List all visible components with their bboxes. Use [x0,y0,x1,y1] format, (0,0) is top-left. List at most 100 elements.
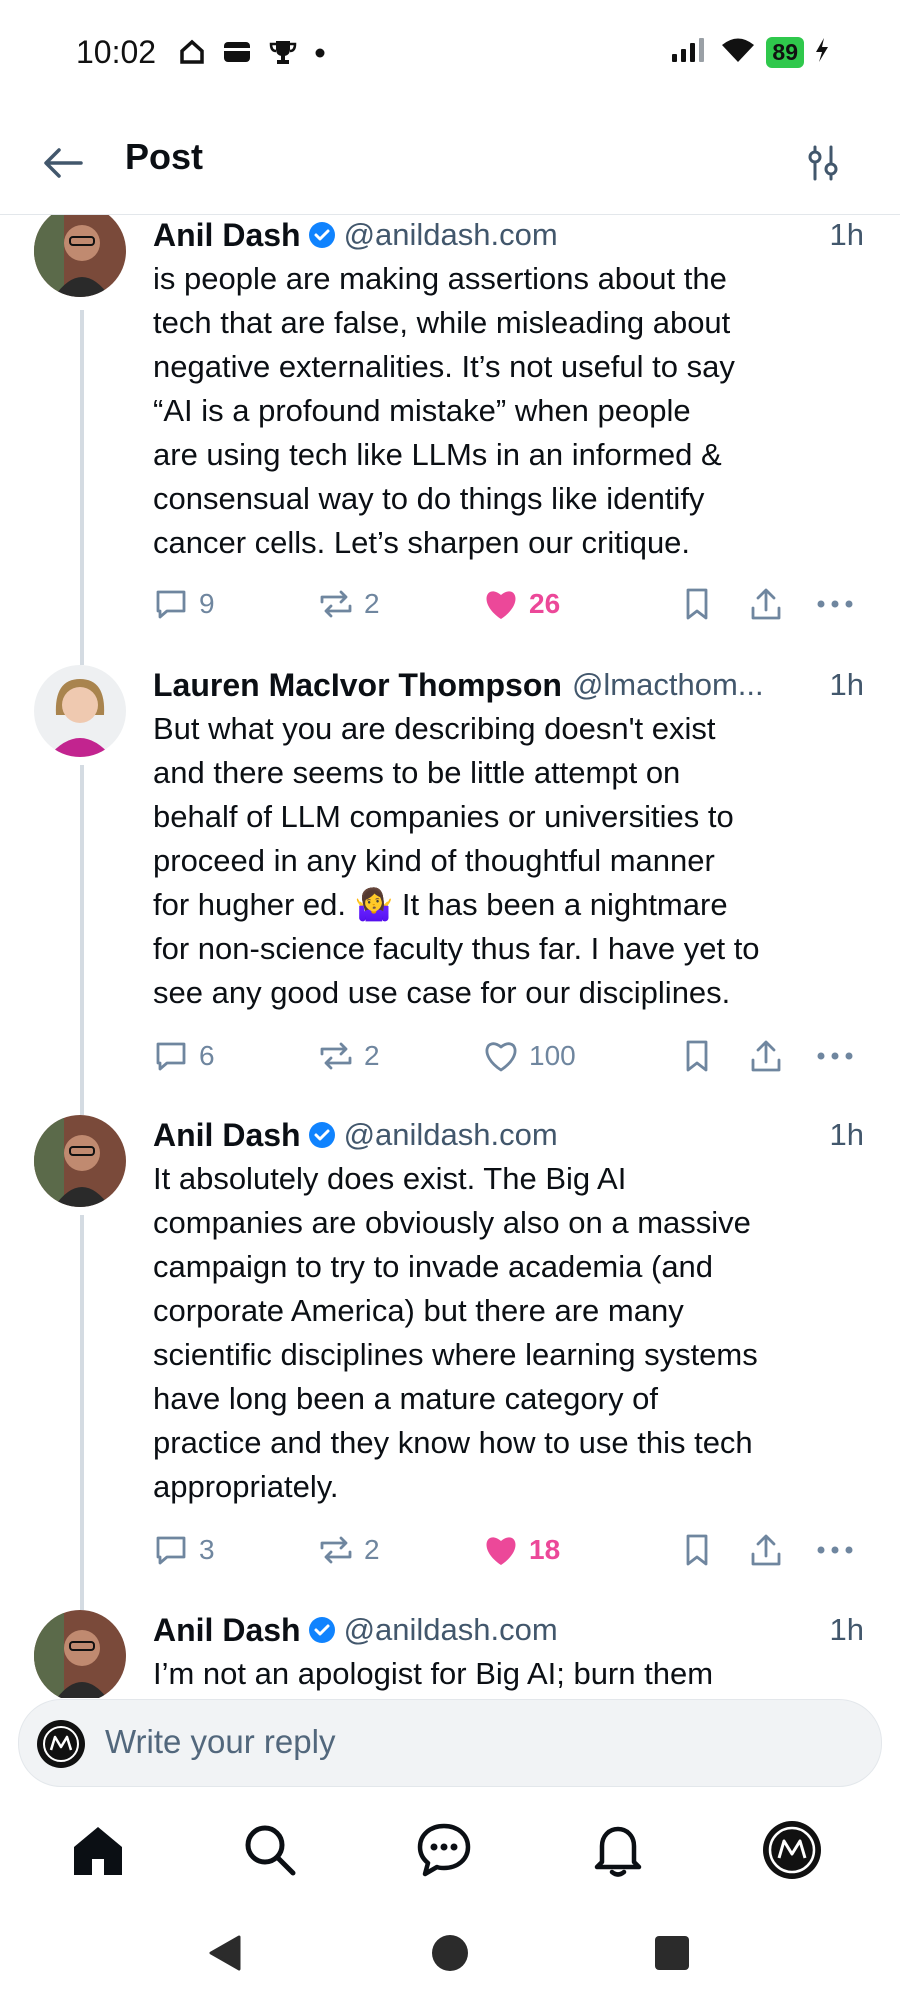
trophy-icon [268,38,298,71]
author-name[interactable]: Anil Dash [153,1612,301,1649]
share-button[interactable] [748,582,784,626]
heart-filled-icon [486,591,516,619]
share-icon [751,588,781,620]
avatar[interactable] [34,1115,126,1207]
repost-count: 2 [364,1040,380,1071]
bookmark-button[interactable] [681,1528,713,1572]
thread-settings-button[interactable] [798,138,848,188]
thread-post[interactable]: Anil Dash @anildash.com 1h I’m not an ap… [0,1610,900,1698]
repost-button[interactable]: 2 [318,582,380,626]
more-button[interactable] [815,582,855,626]
post-text: I’m not an apologist for Big AI; burn th… [153,1656,714,1691]
verified-badge-icon [308,1616,336,1644]
reply-button[interactable]: 9 [153,582,215,626]
nav-profile[interactable] [760,1818,824,1882]
avatar[interactable] [34,665,126,757]
reply-button[interactable]: 3 [153,1528,215,1572]
like-button[interactable]: 18 [483,1528,560,1572]
bookmark-icon [686,1040,708,1072]
reply-count: 3 [199,1534,215,1565]
home-icon [74,1827,122,1875]
system-nav-bar [0,1905,900,2000]
author-handle[interactable]: @anildash.com [344,217,820,253]
post-text: It absolutely does exist. The Big AI com… [153,1161,758,1504]
like-count: 18 [529,1534,561,1565]
post-text: But what you are describing doesn't exis… [153,711,760,1010]
post-thread[interactable]: Anil Dash @anildash.com 1h is people are… [0,215,900,1698]
post-actions: 6 2 100 [153,1034,863,1078]
reply-icon [156,1042,186,1071]
reply-input[interactable] [105,1718,845,1766]
wallet-icon [222,39,252,70]
battery-icon: 89 [766,37,804,68]
bookmark-button[interactable] [681,1034,713,1078]
share-icon [751,1534,781,1566]
author-name[interactable]: Anil Dash [153,1117,301,1154]
chat-icon [417,1823,471,1877]
share-button[interactable] [748,1034,784,1078]
heart-outline-icon [485,1042,517,1072]
user-avatar [37,1720,85,1768]
author-name[interactable]: Lauren MacIvor Thompson [153,667,562,704]
home-circle-icon [432,1935,468,1971]
bookmark-icon [686,1534,708,1566]
post-time: 1h [829,667,864,702]
repost-button[interactable]: 2 [318,1528,380,1572]
bottom-nav [0,1800,900,1900]
more-button[interactable] [815,1034,855,1078]
more-dots-icon [817,1052,853,1060]
repost-count: 2 [364,588,380,619]
repost-button[interactable]: 2 [318,1034,380,1078]
like-count: 100 [529,1040,576,1071]
reply-icon [156,1536,186,1565]
sliders-icon [808,145,838,181]
system-home-button[interactable] [428,1931,472,1975]
thread-line [80,310,84,665]
profile-avatar [763,1821,821,1879]
heart-filled-icon [486,1537,516,1565]
author-handle[interactable]: @anildash.com [344,1117,820,1153]
reply-bar[interactable] [18,1699,882,1787]
nav-home[interactable] [66,1818,130,1882]
repost-icon [320,590,352,618]
back-button[interactable] [38,138,88,188]
system-recents-button[interactable] [650,1931,694,1975]
post-time: 1h [829,217,864,252]
avatar[interactable] [34,1610,126,1698]
verified-badge-icon [308,221,336,249]
more-dots-icon [817,1546,853,1554]
share-button[interactable] [748,1528,784,1572]
thread-post[interactable]: Anil Dash @anildash.com 1h is people are… [0,215,900,665]
author-handle[interactable]: @anildash.com [344,1612,820,1648]
reply-button[interactable]: 6 [153,1034,215,1078]
thread-post[interactable]: Lauren MacIvor Thompson @lmacthom... 1h … [0,665,900,1115]
more-button[interactable] [815,1528,855,1572]
status-time: 10:02 [76,34,157,70]
thread-line [80,765,84,1115]
dot-icon [314,46,326,64]
wifi-icon [720,36,756,69]
reply-icon [156,590,186,619]
reply-count: 9 [199,588,215,619]
home-icon [178,38,206,71]
post-time: 1h [829,1117,864,1152]
avatar[interactable] [34,215,126,297]
author-name[interactable]: Anil Dash [153,217,301,254]
system-back-button[interactable] [203,1931,247,1975]
repost-count: 2 [364,1534,380,1565]
nav-notifications[interactable] [586,1818,650,1882]
like-count: 26 [529,588,561,619]
back-arrow-icon [44,148,83,178]
thread-post[interactable]: Anil Dash @anildash.com 1h It absolutely… [0,1115,900,1610]
nav-chat[interactable] [412,1818,476,1882]
bell-icon [594,1826,642,1877]
like-button[interactable]: 26 [483,582,560,626]
search-icon [245,1825,296,1876]
author-handle[interactable]: @lmacthom... [572,667,820,703]
nav-search[interactable] [238,1818,302,1882]
like-button[interactable]: 100 [483,1034,576,1078]
bookmark-button[interactable] [681,582,713,626]
repost-icon [320,1536,352,1564]
status-bar: 10:02 89 [0,0,900,110]
back-icon [209,1935,241,1971]
